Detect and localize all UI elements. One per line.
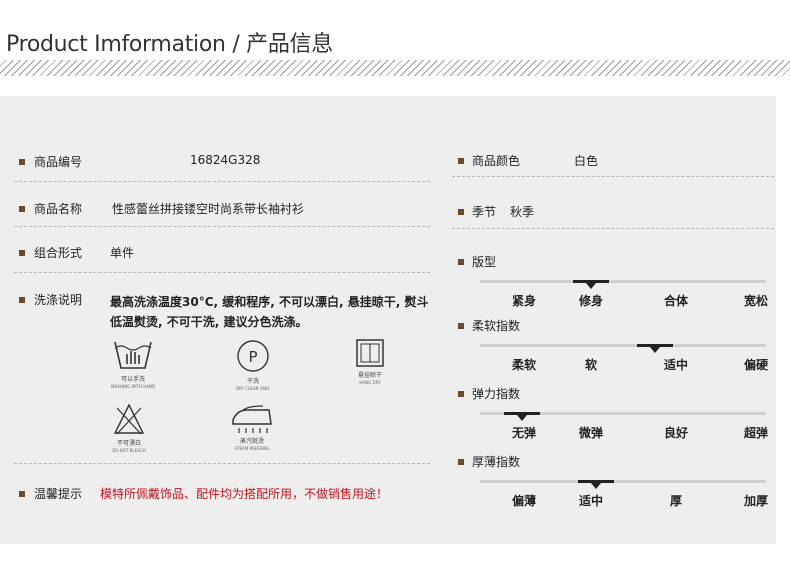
bullet-icon — [458, 259, 464, 265]
scale-option: 良好 — [663, 426, 689, 440]
color-label: 商品颜色 — [472, 154, 521, 168]
no-bleach-icon: 不可漂白 DO NOT BLEACH — [104, 402, 154, 454]
divider — [14, 463, 430, 464]
bullet-icon — [458, 391, 464, 397]
header-stripe-divider — [0, 60, 790, 76]
icon-caption-en: WASHING WITH HAND — [110, 384, 156, 389]
season-value: 秋季 — [510, 205, 535, 219]
divider — [14, 272, 430, 273]
season-label: 季节 — [472, 205, 497, 219]
scale-label: 厚薄指数 — [472, 455, 521, 469]
bullet-icon — [458, 209, 464, 215]
scale-option: 合体 — [663, 294, 689, 308]
icon-caption-en: DO NOT BLEACH — [112, 448, 146, 453]
scale-option: 柔软 — [511, 358, 537, 372]
bullet-icon — [19, 206, 25, 212]
scale-pointer-icon — [591, 483, 601, 489]
hang-dry-icon: 悬挂晾干 HANG DRY — [348, 338, 392, 386]
scale-label: 弹力指数 — [472, 387, 521, 401]
icon-caption: 悬挂晾干 — [357, 372, 382, 379]
divider — [14, 226, 430, 227]
divider — [14, 181, 430, 182]
scale-pointer-icon — [650, 347, 660, 353]
dry-clean-icon: P 干洗 DRY CLEAN ONLY — [226, 338, 280, 392]
scale-option: 微弹 — [578, 426, 604, 440]
scale-track — [480, 344, 766, 347]
combo-value: 单件 — [110, 246, 135, 260]
icon-caption: 蒸汽熨烫 — [239, 438, 264, 445]
bullet-icon — [19, 159, 25, 165]
scale-track — [480, 280, 766, 283]
code-label: 商品编号 — [34, 155, 83, 169]
scale-option: 修身 — [578, 294, 604, 308]
name-value: 性感蕾丝拼接镂空时尚系带长袖衬衫 — [112, 202, 305, 216]
icon-caption-en: DRY CLEAN ONLY — [235, 386, 271, 391]
bullet-icon — [458, 323, 464, 329]
scale-option: 无弹 — [511, 426, 537, 440]
wash-label: 洗涤说明 — [34, 293, 83, 307]
hand-wash-icon: 可以手洗 WASHING WITH HAND — [104, 338, 162, 390]
color-value: 白色 — [574, 154, 599, 168]
bullet-icon — [19, 297, 25, 303]
icon-caption-en: STEAM PRESSING — [234, 446, 270, 451]
divider — [452, 176, 774, 177]
dry-clean-letter: P — [248, 348, 257, 366]
bullet-icon — [458, 158, 464, 164]
steam-iron-icon: 蒸汽熨烫 STEAM PRESSING — [222, 404, 282, 452]
scale-option: 偏硬 — [743, 358, 769, 372]
scale-track — [480, 480, 766, 483]
scale-pointer-icon — [586, 283, 596, 289]
page-title: Product Imformation / 产品信息 — [6, 32, 333, 57]
bullet-icon — [19, 250, 25, 256]
tip-warning-text: 模特所佩戴饰品、配件均为搭配所用，不做销售用途！ — [100, 487, 389, 501]
icon-caption: 不可漂白 — [116, 440, 141, 447]
icon-caption: 可以手洗 — [120, 376, 145, 383]
scale-option: 偏薄 — [511, 494, 537, 508]
scale-option: 加厚 — [743, 494, 769, 508]
combo-label: 组合形式 — [34, 246, 83, 260]
bullet-icon — [458, 459, 464, 465]
wash-instructions: 最高洗涤温度30°C, 缓和程序, 不可以漂白, 悬挂晾干, 熨斗低温熨烫, 不… — [110, 295, 429, 329]
scale-label: 柔软指数 — [472, 319, 521, 333]
scale-option: 适中 — [578, 494, 604, 508]
bullet-icon — [19, 491, 25, 497]
tip-label: 温馨提示 — [34, 487, 83, 501]
scale-option: 超弹 — [743, 426, 769, 440]
icon-caption-en: HANG DRY — [359, 380, 381, 385]
scale-option: 厚 — [669, 494, 683, 508]
code-value: 16824G328 — [190, 153, 261, 167]
scale-option: 宽松 — [743, 294, 769, 308]
name-label: 商品名称 — [34, 202, 83, 216]
icon-caption: 干洗 — [246, 378, 259, 385]
divider — [452, 228, 774, 229]
scale-option: 软 — [584, 358, 598, 372]
scale-pointer-icon — [517, 415, 527, 421]
scale-option: 紧身 — [511, 294, 537, 308]
scale-option: 适中 — [663, 358, 689, 372]
scale-label: 版型 — [472, 255, 497, 269]
